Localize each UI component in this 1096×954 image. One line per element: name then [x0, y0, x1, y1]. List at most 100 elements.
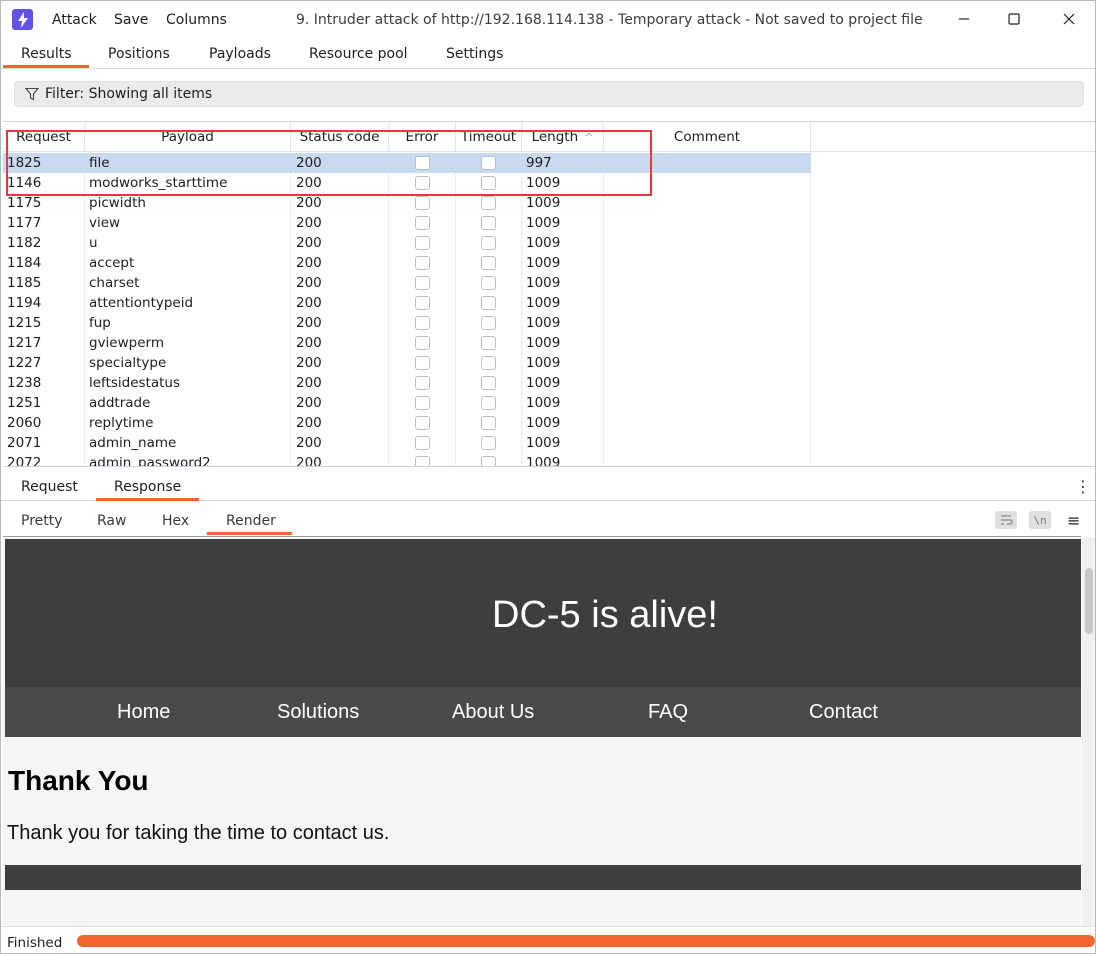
- cell-request: 1175: [7, 195, 42, 211]
- rendered-nav-home[interactable]: Home: [117, 701, 170, 724]
- timeout-checkbox: [481, 416, 496, 430]
- error-checkbox: [415, 216, 430, 230]
- table-row[interactable]: 1227 specialtype 200 1009: [3, 353, 811, 373]
- cell-payload: attentiontypeid: [89, 295, 194, 311]
- render-scrollbar[interactable]: [1082, 538, 1095, 926]
- column-header-comment[interactable]: Comment: [604, 122, 811, 152]
- table-row[interactable]: 1175 picwidth 200 1009: [3, 193, 811, 213]
- rendered-paragraph: Thank you for taking the time to contact…: [7, 822, 390, 844]
- error-checkbox: [415, 336, 430, 350]
- filter-label: Filter: Showing all items: [45, 86, 213, 102]
- cell-status: 200: [296, 295, 322, 311]
- table-row[interactable]: 1217 gviewperm 200 1009: [3, 333, 811, 353]
- cell-status: 200: [296, 455, 322, 467]
- timeout-checkbox: [481, 256, 496, 270]
- cell-payload: fup: [89, 315, 111, 331]
- tab-positions[interactable]: Positions: [108, 46, 170, 62]
- column-header-length[interactable]: Length ^: [522, 122, 604, 152]
- rendered-nav-solutions[interactable]: Solutions: [277, 701, 359, 724]
- timeout-checkbox: [481, 216, 496, 230]
- filter-bar[interactable]: Filter: Showing all items: [14, 81, 1084, 107]
- table-row[interactable]: 2060 replytime 200 1009: [3, 413, 811, 433]
- table-row[interactable]: 1194 attentiontypeid 200 1009: [3, 293, 811, 313]
- cell-status: 200: [296, 355, 322, 371]
- word-wrap-icon[interactable]: [995, 511, 1017, 529]
- table-row[interactable]: 2071 admin_name 200 1009: [3, 433, 811, 453]
- column-header-payload[interactable]: Payload: [85, 122, 291, 152]
- menu-columns[interactable]: Columns: [166, 12, 227, 28]
- render-view: DC-5 is alive! Home Solutions About Us F…: [3, 536, 1081, 926]
- active-tab-indicator: [3, 65, 89, 68]
- table-row[interactable]: 2072 admin_password2 200 1009: [3, 453, 811, 467]
- cell-request: 1215: [7, 315, 42, 331]
- cell-status: 200: [296, 155, 322, 171]
- cell-payload: file: [89, 155, 110, 171]
- column-header-timeout[interactable]: Timeout: [456, 122, 522, 152]
- table-row[interactable]: 1238 leftsidestatus 200 1009: [3, 373, 811, 393]
- table-row[interactable]: 1177 view 200 1009: [3, 213, 811, 233]
- maximize-icon: [1008, 13, 1020, 25]
- cell-request: 2071: [7, 435, 42, 451]
- cell-status: 200: [296, 235, 322, 251]
- rendered-nav-about[interactable]: About Us: [452, 701, 534, 724]
- newline-icon[interactable]: \n: [1029, 511, 1051, 529]
- tab-raw[interactable]: Raw: [97, 513, 126, 529]
- table-row[interactable]: 1182 u 200 1009: [3, 233, 811, 253]
- cell-payload: admin_password2: [89, 455, 211, 467]
- error-checkbox: [415, 316, 430, 330]
- menu-icon[interactable]: ≡: [1067, 511, 1080, 530]
- table-header: Request Payload Status code Error Timeou…: [3, 122, 1095, 152]
- maximize-button[interactable]: [992, 5, 1036, 33]
- timeout-checkbox: [481, 316, 496, 330]
- tab-payloads[interactable]: Payloads: [209, 46, 271, 62]
- cell-request: 2072: [7, 455, 42, 467]
- tab-settings[interactable]: Settings: [446, 46, 503, 62]
- table-row[interactable]: 1825 file 200 997: [3, 153, 811, 173]
- cell-request: 2060: [7, 415, 42, 431]
- table-row[interactable]: 1185 charset 200 1009: [3, 273, 811, 293]
- cell-status: 200: [296, 435, 322, 451]
- error-checkbox: [415, 396, 430, 410]
- rendered-nav-contact[interactable]: Contact: [809, 701, 878, 724]
- more-options-icon[interactable]: ⋮: [1075, 477, 1091, 496]
- menu-attack[interactable]: Attack: [52, 12, 97, 28]
- cell-payload: picwidth: [89, 195, 146, 211]
- tab-render[interactable]: Render: [226, 513, 276, 529]
- column-header-request[interactable]: Request: [3, 122, 85, 152]
- timeout-checkbox: [481, 176, 496, 190]
- active-tab-indicator: [96, 498, 199, 501]
- tab-response[interactable]: Response: [114, 479, 181, 495]
- column-header-error[interactable]: Error: [389, 122, 456, 152]
- active-tab-indicator: [207, 532, 292, 535]
- cell-length: 1009: [526, 355, 561, 371]
- cell-length: 1009: [526, 315, 561, 331]
- timeout-checkbox: [481, 396, 496, 410]
- cell-request: 1182: [7, 235, 42, 251]
- rendered-nav-faq[interactable]: FAQ: [648, 701, 688, 724]
- progress-bar: [77, 935, 1095, 947]
- minimize-button[interactable]: [942, 5, 986, 33]
- cell-length: 1009: [526, 375, 561, 391]
- cell-status: 200: [296, 315, 322, 331]
- error-checkbox: [415, 236, 430, 250]
- table-row[interactable]: 1146 modworks_starttime 200 1009: [3, 173, 811, 193]
- table-row[interactable]: 1215 fup 200 1009: [3, 313, 811, 333]
- menu-save[interactable]: Save: [114, 12, 148, 28]
- cell-length: 1009: [526, 195, 561, 211]
- column-header-status[interactable]: Status code: [291, 122, 389, 152]
- tab-results[interactable]: Results: [21, 46, 72, 62]
- tab-hex[interactable]: Hex: [162, 513, 189, 529]
- tab-request[interactable]: Request: [21, 479, 78, 495]
- table-row[interactable]: 1251 addtrade 200 1009: [3, 393, 811, 413]
- tab-pretty[interactable]: Pretty: [21, 513, 63, 529]
- tab-resource-pool[interactable]: Resource pool: [309, 46, 408, 62]
- cell-payload: charset: [89, 275, 140, 291]
- cell-length: 1009: [526, 295, 561, 311]
- cell-request: 1146: [7, 175, 42, 191]
- cell-request: 1227: [7, 355, 42, 371]
- cell-length: 1009: [526, 215, 561, 231]
- close-button[interactable]: [1047, 5, 1091, 33]
- scrollbar-thumb[interactable]: [1085, 568, 1093, 634]
- table-row[interactable]: 1184 accept 200 1009: [3, 253, 811, 273]
- timeout-checkbox: [481, 336, 496, 350]
